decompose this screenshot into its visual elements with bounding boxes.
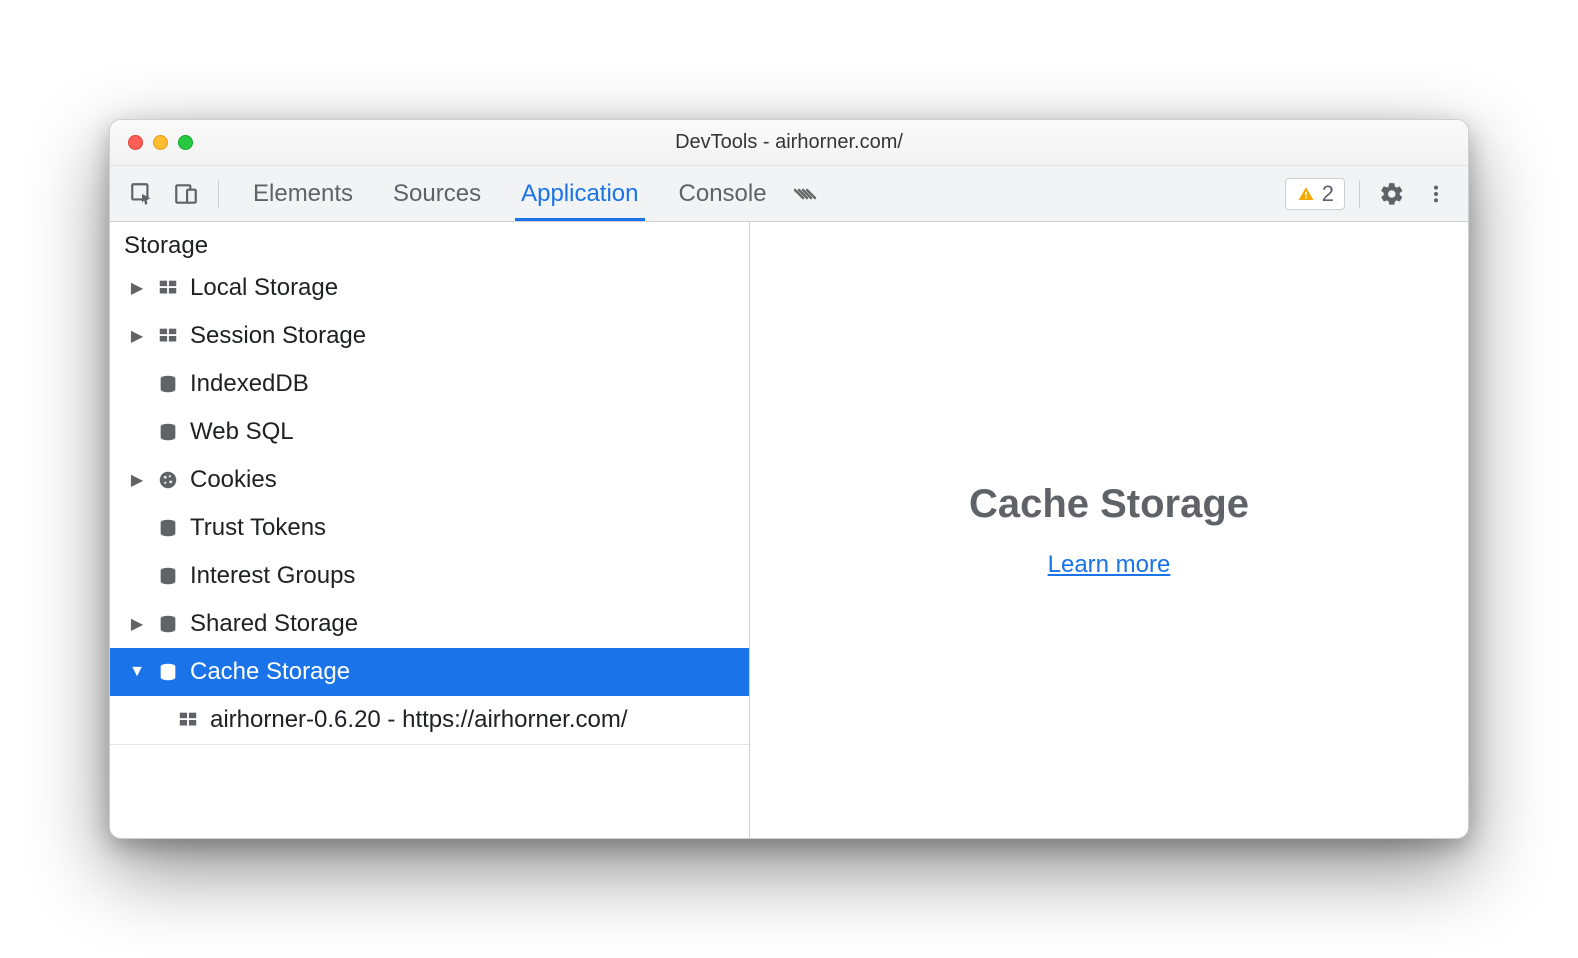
grid-icon bbox=[154, 277, 182, 299]
panel-heading: Cache Storage bbox=[969, 482, 1249, 527]
tree-item-label: Web SQL bbox=[190, 418, 294, 446]
tree-item-label: IndexedDB bbox=[190, 370, 309, 398]
tab-sources[interactable]: Sources bbox=[393, 166, 481, 221]
close-window-button[interactable] bbox=[128, 135, 143, 150]
device-toggle-button[interactable] bbox=[168, 176, 204, 212]
tab-console[interactable]: Console bbox=[679, 166, 767, 221]
tree-item-label: Shared Storage bbox=[190, 610, 358, 638]
tree-item-indexeddb[interactable]: IndexedDB bbox=[110, 360, 749, 408]
titlebar: DevTools - airhorner.com/ bbox=[110, 120, 1468, 166]
section-title-storage: Storage bbox=[110, 222, 749, 264]
panel-tabs: Elements Sources Application Console bbox=[253, 166, 767, 221]
minimize-window-button[interactable] bbox=[153, 135, 168, 150]
database-icon bbox=[154, 613, 182, 635]
more-tabs-button[interactable] bbox=[791, 184, 819, 204]
tab-label: Sources bbox=[393, 180, 481, 208]
tree-item-interest-groups[interactable]: Interest Groups bbox=[110, 552, 749, 600]
tab-application[interactable]: Application bbox=[521, 166, 638, 221]
toolbar: Elements Sources Application Console 2 bbox=[110, 166, 1468, 222]
zoom-window-button[interactable] bbox=[178, 135, 193, 150]
tree-item-label: Interest Groups bbox=[190, 562, 355, 590]
tree-item-cookies[interactable]: ▶ Cookies bbox=[110, 456, 749, 504]
grid-icon bbox=[174, 709, 202, 731]
more-menu-button[interactable] bbox=[1418, 176, 1454, 212]
disclosure-right-icon: ▶ bbox=[128, 278, 146, 298]
window-controls bbox=[128, 135, 193, 150]
tab-elements[interactable]: Elements bbox=[253, 166, 353, 221]
tab-label: Console bbox=[679, 180, 767, 208]
tree-item-cache-entry[interactable]: airhorner-0.6.20 - https://airhorner.com… bbox=[110, 696, 749, 744]
tree-item-label: Trust Tokens bbox=[190, 514, 326, 542]
database-icon bbox=[154, 661, 182, 683]
tree-item-label: Session Storage bbox=[190, 322, 366, 350]
tab-label: Application bbox=[521, 180, 638, 208]
inspect-element-button[interactable] bbox=[124, 176, 160, 212]
separator bbox=[218, 180, 219, 208]
tree-item-websql[interactable]: Web SQL bbox=[110, 408, 749, 456]
disclosure-right-icon: ▶ bbox=[128, 326, 146, 346]
tree-item-label: Cache Storage bbox=[190, 658, 350, 686]
separator bbox=[1359, 180, 1360, 208]
window-title: DevTools - airhorner.com/ bbox=[110, 131, 1468, 154]
tree-item-label: Cookies bbox=[190, 466, 277, 494]
learn-more-link[interactable]: Learn more bbox=[1048, 551, 1171, 579]
tree-item-local-storage[interactable]: ▶ Local Storage bbox=[110, 264, 749, 312]
settings-button[interactable] bbox=[1374, 176, 1410, 212]
disclosure-down-icon: ▼ bbox=[128, 663, 146, 681]
disclosure-right-icon: ▶ bbox=[128, 470, 146, 490]
tree-item-cache-storage[interactable]: ▼ Cache Storage bbox=[110, 648, 749, 696]
database-icon bbox=[154, 421, 182, 443]
tree-item-session-storage[interactable]: ▶ Session Storage bbox=[110, 312, 749, 360]
devtools-window: DevTools - airhorner.com/ Elements Sourc… bbox=[109, 119, 1469, 839]
database-icon bbox=[154, 565, 182, 587]
cookie-icon bbox=[154, 469, 182, 491]
issues-badge[interactable]: 2 bbox=[1285, 178, 1345, 210]
database-icon bbox=[154, 373, 182, 395]
gear-icon bbox=[1379, 181, 1405, 207]
tree-item-shared-storage[interactable]: ▶ Shared Storage bbox=[110, 600, 749, 648]
tree-item-label: airhorner-0.6.20 - https://airhorner.com… bbox=[210, 706, 628, 734]
main-panel: Cache Storage Learn more bbox=[750, 222, 1468, 838]
grid-icon bbox=[154, 325, 182, 347]
application-sidebar: Storage ▶ Local Storage ▶ bbox=[110, 222, 750, 838]
warning-icon bbox=[1296, 185, 1316, 203]
issues-count: 2 bbox=[1322, 181, 1334, 207]
tree-item-trust-tokens[interactable]: Trust Tokens bbox=[110, 504, 749, 552]
kebab-icon bbox=[1425, 183, 1447, 205]
storage-tree: ▶ Local Storage ▶ Session Storage bbox=[110, 264, 749, 745]
tab-label: Elements bbox=[253, 180, 353, 208]
tree-item-label: Local Storage bbox=[190, 274, 338, 302]
disclosure-right-icon: ▶ bbox=[128, 614, 146, 634]
database-icon bbox=[154, 517, 182, 539]
